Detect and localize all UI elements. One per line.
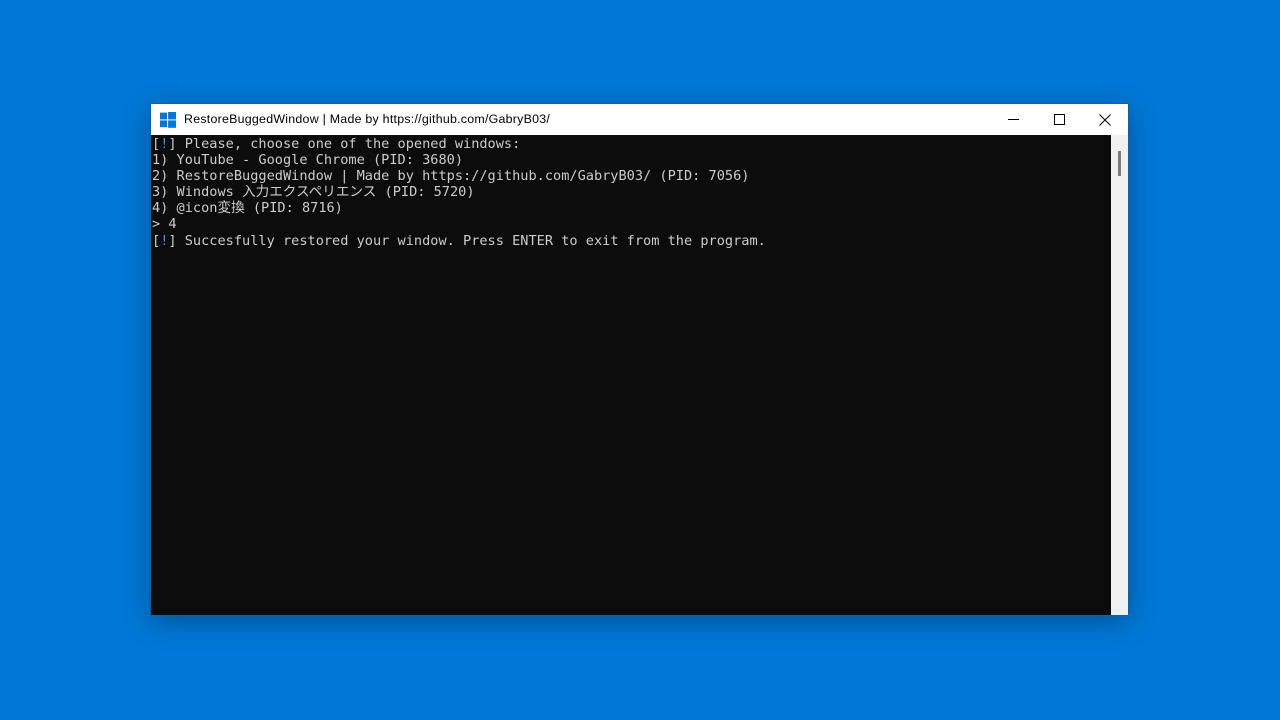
console-text-segment: 2) RestoreBuggedWindow | Made by https:/… — [152, 168, 750, 185]
console-output-area[interactable]: [!] Please, choose one of the opened win… — [151, 135, 1128, 615]
window-option-1: 1) YouTube - Google Chrome (PID: 3680) — [152, 152, 766, 168]
console-text-segment: ] Succesfully restored your window. Pres… — [168, 232, 766, 249]
console-text-segment: 3) Windows 入力エクスペリエンス (PID: 5720) — [152, 184, 475, 201]
console-text-segment: [ — [152, 232, 161, 249]
user-input-line: > 4 — [152, 216, 766, 232]
console-window: RestoreBuggedWindow | Made by https://gi… — [150, 103, 1129, 616]
console-text-segment: 4) @icon変換 (PID: 8716) — [152, 200, 343, 217]
window-option-4: 4) @icon変換 (PID: 8716) — [152, 200, 766, 216]
close-button[interactable] — [1082, 104, 1128, 135]
maximize-button[interactable] — [1036, 104, 1082, 135]
console-text-buffer: [!] Please, choose one of the opened win… — [152, 136, 766, 249]
windows-logo-icon — [160, 111, 176, 128]
scrollbar-thumb[interactable] — [1118, 151, 1121, 176]
console-text-segment: 1) YouTube - Google Chrome (PID: 3680) — [152, 152, 463, 169]
window-option-3: 3) Windows 入力エクスペリエンス (PID: 5720) — [152, 184, 766, 200]
console-text-segment: > 4 — [152, 216, 177, 233]
minimize-icon — [1007, 119, 1019, 120]
desktop-background: RestoreBuggedWindow | Made by https://gi… — [0, 0, 1280, 720]
console-text-segment: ] Please, choose one of the opened windo… — [168, 136, 521, 152]
maximize-icon — [1053, 114, 1065, 125]
close-icon — [1099, 113, 1111, 126]
success-message: [!] Succesfully restored your window. Pr… — [152, 233, 766, 249]
console-text-segment: [ — [152, 136, 161, 152]
minimize-button[interactable] — [990, 104, 1036, 135]
console-vertical-scrollbar[interactable] — [1111, 135, 1128, 615]
window-title-text: RestoreBuggedWindow | Made by https://gi… — [184, 112, 551, 126]
prompt-header: [!] Please, choose one of the opened win… — [152, 136, 766, 152]
window-caption-buttons — [990, 104, 1128, 135]
window-option-2: 2) RestoreBuggedWindow | Made by https:/… — [152, 168, 766, 184]
window-title-bar[interactable]: RestoreBuggedWindow | Made by https://gi… — [151, 104, 1128, 135]
